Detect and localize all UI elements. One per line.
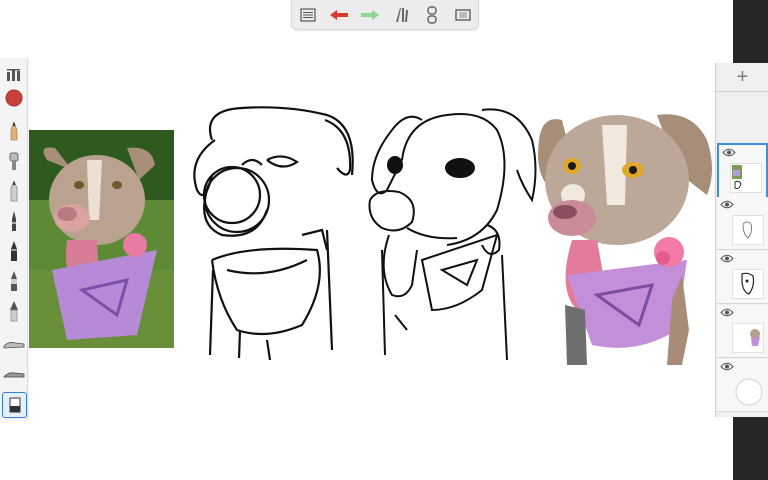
brush-library-icon[interactable] [2, 62, 25, 86]
layer-3[interactable] [717, 251, 768, 304]
top-toolbar [291, 0, 479, 30]
fullscreen-icon[interactable] [450, 4, 476, 26]
blender-icon[interactable] [2, 363, 25, 387]
eye-icon[interactable] [720, 254, 734, 263]
eraser-icon[interactable] [2, 392, 27, 418]
smudge-icon[interactable] [2, 333, 25, 357]
color-puck[interactable] [2, 86, 25, 110]
layer-2[interactable] [717, 305, 768, 358]
ruler-tools-icon[interactable] [388, 4, 414, 26]
add-layer-button[interactable]: + [716, 63, 768, 92]
eye-icon[interactable] [720, 362, 734, 371]
symmetry-icon[interactable] [419, 4, 445, 26]
paint-brush-icon[interactable] [2, 299, 25, 323]
redo-arrow-icon[interactable] [357, 4, 383, 26]
ballpoint-pen-icon[interactable] [2, 209, 25, 233]
eye-icon[interactable] [720, 308, 734, 317]
line-art [368, 108, 537, 361]
pencil-icon[interactable] [2, 119, 25, 143]
undo-arrow-icon[interactable] [326, 4, 352, 26]
marker-icon[interactable] [2, 179, 25, 203]
tool-palette [0, 58, 28, 420]
eye-icon[interactable] [722, 148, 736, 157]
reference-photo [29, 130, 174, 348]
eye-icon[interactable] [720, 200, 734, 209]
layer-4[interactable] [717, 197, 768, 250]
background-color-swatch[interactable] [734, 377, 764, 407]
list-icon[interactable] [295, 4, 321, 26]
layer-thumbnail [732, 269, 764, 299]
finished-painting [538, 114, 712, 365]
layer-thumbnail [732, 215, 764, 245]
layer-thumbnail [732, 323, 764, 353]
dark-edge-top [733, 0, 768, 63]
canvas-artwork[interactable] [27, 100, 717, 370]
airbrush-icon[interactable] [2, 149, 25, 173]
layer-5[interactable] [717, 143, 768, 199]
layer-thumbnail [730, 163, 762, 193]
rough-sketch [193, 106, 354, 361]
felt-tip-icon[interactable] [2, 269, 25, 293]
brush-pen-icon[interactable] [2, 239, 25, 263]
dark-edge-bottom [733, 417, 768, 480]
layers-panel: + [715, 63, 768, 417]
background-layer[interactable] [717, 359, 768, 412]
